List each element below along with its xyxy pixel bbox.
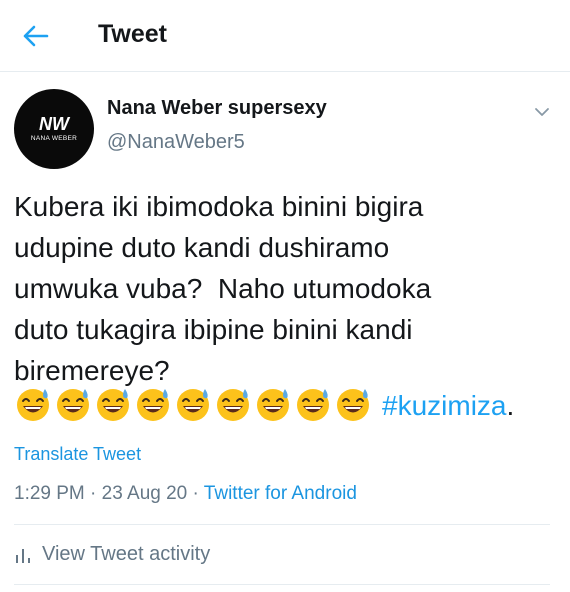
meta-separator: ·: [84, 483, 102, 504]
view-tweet-activity-button[interactable]: View Tweet activity: [14, 543, 210, 566]
tweet-meta: 1:29 PM · 23 Aug 20 · Twitter for Androi…: [14, 483, 357, 505]
author-handle[interactable]: @NanaWeber5: [107, 131, 245, 154]
emoji-row: #kuzimiza.: [14, 386, 514, 426]
avatar[interactable]: NW NANA WEBER: [14, 89, 94, 169]
sweat-smile-emoji: [337, 388, 369, 421]
tweet-text: Kubera iki ibimodoka binini bigira udupi…: [14, 191, 432, 386]
sweat-smile-emoji: [17, 388, 49, 421]
author-name[interactable]: Nana Weber supersexy: [107, 97, 327, 120]
sweat-smile-emoji: [57, 388, 89, 421]
sweat-smile-emoji: [137, 388, 169, 421]
translate-tweet-link[interactable]: Translate Tweet: [14, 444, 141, 465]
tweet-trailing-period: .: [506, 390, 515, 421]
tweet-source-link[interactable]: Twitter for Android: [204, 483, 357, 504]
page-title: Tweet: [98, 20, 167, 48]
divider: [14, 584, 550, 585]
sweat-smile-emoji: [177, 388, 209, 421]
more-options-button[interactable]: [530, 100, 554, 124]
sweat-smile-emoji: [97, 388, 129, 421]
back-arrow-icon: [23, 25, 49, 47]
meta-separator: ·: [187, 483, 204, 504]
tweet-date: 23 Aug 20: [101, 483, 188, 504]
tweet-time: 1:29 PM: [14, 483, 85, 504]
nana-weber-logo: NW NANA WEBER: [31, 114, 77, 142]
sweat-smile-emoji: [297, 388, 329, 421]
divider: [14, 524, 550, 525]
analytics-bar-icon: [16, 548, 30, 563]
hashtag-link[interactable]: #kuzimiza: [382, 390, 506, 422]
back-button[interactable]: [18, 18, 54, 54]
activity-label: View Tweet activity: [42, 543, 211, 565]
emoji-group: [14, 385, 374, 428]
chevron-down-icon: [535, 108, 549, 116]
avatar-logo-mark: NW: [39, 114, 71, 134]
sweat-smile-emoji: [257, 388, 289, 421]
avatar-logo-text: NANA WEBER: [31, 135, 77, 142]
sweat-smile-emoji: [217, 388, 249, 421]
top-bar: Tweet: [0, 0, 570, 72]
